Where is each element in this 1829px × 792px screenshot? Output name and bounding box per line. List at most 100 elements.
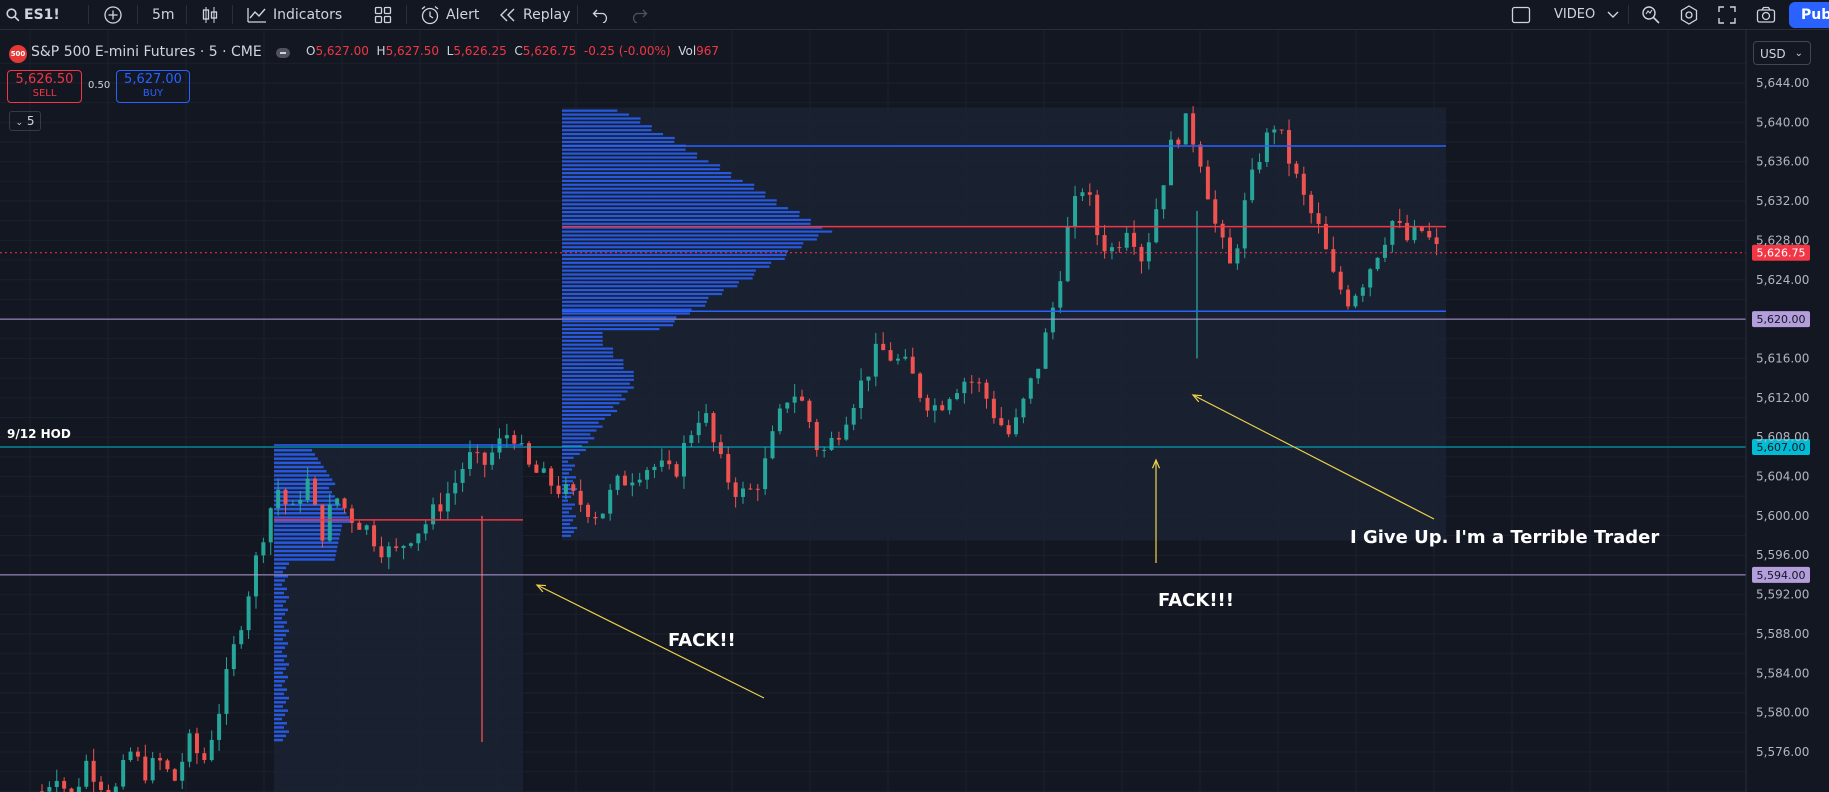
symbol-title[interactable]: S&P 500 E-mini Futures · 5 · CME xyxy=(31,44,262,60)
candle-body xyxy=(1264,132,1269,163)
volume-profile-bar xyxy=(562,129,652,132)
interval-button[interactable]: 5m xyxy=(152,0,175,29)
candle-body xyxy=(1146,242,1151,262)
annotation-give-up[interactable]: I Give Up. I'm a Terrible Trader xyxy=(1350,527,1659,548)
publish-button[interactable]: Publish xyxy=(1789,2,1829,28)
volume-profile-bar xyxy=(562,316,677,319)
volume-profile-bar xyxy=(274,722,287,725)
collapse-legend-toggle[interactable] xyxy=(276,48,290,58)
hod-label[interactable]: 9/12 HOD xyxy=(7,427,71,441)
volume-profile-bar xyxy=(562,522,570,526)
replay-button[interactable]: Replay xyxy=(499,0,570,29)
candle-body xyxy=(69,788,74,792)
settings-icon xyxy=(1680,4,1698,25)
settings-button[interactable] xyxy=(1679,0,1699,29)
candle-body xyxy=(1279,129,1284,131)
volume-profile-bar xyxy=(562,160,709,163)
indicators-button[interactable]: Indicators xyxy=(247,0,342,29)
candle-body xyxy=(386,546,391,558)
candle-body xyxy=(859,380,864,408)
candle-body xyxy=(99,781,104,790)
chart-type-button[interactable] xyxy=(201,0,219,29)
candle-body xyxy=(47,787,52,792)
low-value: 5,626.25 xyxy=(453,44,507,58)
candle-body xyxy=(918,373,923,398)
candle-body xyxy=(158,758,163,761)
candle-body xyxy=(364,525,369,530)
volume-profile-zone xyxy=(274,447,523,792)
search-icon xyxy=(6,7,20,21)
volume-profile-bar xyxy=(562,296,709,299)
compare-button[interactable] xyxy=(104,0,122,29)
volume-profile-bar xyxy=(562,359,624,362)
volume-profile-bar xyxy=(562,460,568,463)
candle-body xyxy=(261,542,266,556)
price-tick-label: 5,584.00 xyxy=(1756,666,1809,680)
candle-body xyxy=(150,758,155,781)
chart-pane[interactable]: 5,644.00 5,640.00 5,636.00 5,632.00 5,628.00… xyxy=(0,30,1829,792)
volume-profile-bar xyxy=(274,507,344,511)
candle-body xyxy=(1139,246,1144,262)
candle-body xyxy=(1323,223,1328,250)
candle-body xyxy=(733,482,738,497)
candle-body xyxy=(1242,200,1247,249)
volume-profile-bar xyxy=(274,596,289,599)
candle-body xyxy=(851,407,856,425)
sell-button[interactable]: 5,626.50 SELL xyxy=(7,70,82,103)
volume-profile-bar xyxy=(562,207,789,210)
candle-body xyxy=(54,780,59,788)
volume-profile-bar xyxy=(562,195,766,198)
volume-profile-bar xyxy=(562,191,766,194)
volume-profile-bar xyxy=(562,109,618,112)
volume-profile-bar xyxy=(274,495,335,498)
screenshot-button[interactable] xyxy=(1756,0,1776,29)
layout-square-button[interactable] xyxy=(1511,0,1531,29)
video-dropdown[interactable] xyxy=(1607,0,1619,29)
candle-body xyxy=(128,751,133,761)
volume-profile-bar xyxy=(562,253,787,257)
candle-body xyxy=(667,460,672,465)
undo-button[interactable] xyxy=(592,0,610,29)
fullscreen-button[interactable] xyxy=(1718,0,1736,29)
volume-profile-bar xyxy=(274,667,286,670)
volume-profile-bar xyxy=(274,545,338,549)
annotation-fack-1[interactable]: FACK!! xyxy=(668,630,736,651)
volume-profile-bar xyxy=(562,429,597,432)
candle-body xyxy=(637,479,642,483)
volume-profile-bar xyxy=(562,503,575,506)
candle-body xyxy=(800,396,805,401)
candle-body xyxy=(1397,220,1402,223)
candle-body xyxy=(143,756,148,781)
candle-body xyxy=(460,468,465,483)
volume-profile-bar xyxy=(274,549,337,553)
candle-body xyxy=(1006,425,1011,435)
volume-profile-bar xyxy=(274,705,283,708)
price-chart[interactable]: 5,644.00 5,640.00 5,636.00 5,632.00 5,628.00… xyxy=(0,30,1829,792)
candle-body xyxy=(1043,332,1048,369)
video-button[interactable]: VIDEO xyxy=(1554,0,1595,29)
chevron-down-icon: ⌄ xyxy=(1794,48,1803,59)
sell-label: SELL xyxy=(32,88,57,99)
candle-body xyxy=(1434,237,1439,245)
currency-selector[interactable]: USD ⌄ xyxy=(1753,41,1811,65)
alert-button[interactable]: Alert xyxy=(420,0,479,29)
candle-body xyxy=(1028,378,1033,399)
layouts-button[interactable] xyxy=(374,0,392,29)
high-value: 5,627.50 xyxy=(385,44,439,58)
volume-profile-bar xyxy=(274,579,285,582)
volume-profile-bar xyxy=(274,646,285,649)
symbol-search-button[interactable]: ES1! xyxy=(6,0,60,29)
volume-profile-bar xyxy=(562,179,743,182)
candle-body xyxy=(1213,199,1218,224)
volume-profile-bar xyxy=(562,464,575,467)
indicators-toggle[interactable]: ⌄ 5 xyxy=(9,111,41,131)
price-tick-label: 5,628.00 xyxy=(1756,233,1809,247)
quick-search-button[interactable] xyxy=(1641,0,1661,29)
candle-body xyxy=(689,435,694,443)
annotation-fack-2[interactable]: FACK!!! xyxy=(1158,590,1234,611)
candle-body xyxy=(246,596,251,631)
buy-button[interactable]: 5,627.00 BUY xyxy=(116,70,190,103)
volume-profile-bar xyxy=(274,654,287,658)
volume-profile-bar xyxy=(274,663,289,666)
redo-button[interactable] xyxy=(630,0,648,29)
